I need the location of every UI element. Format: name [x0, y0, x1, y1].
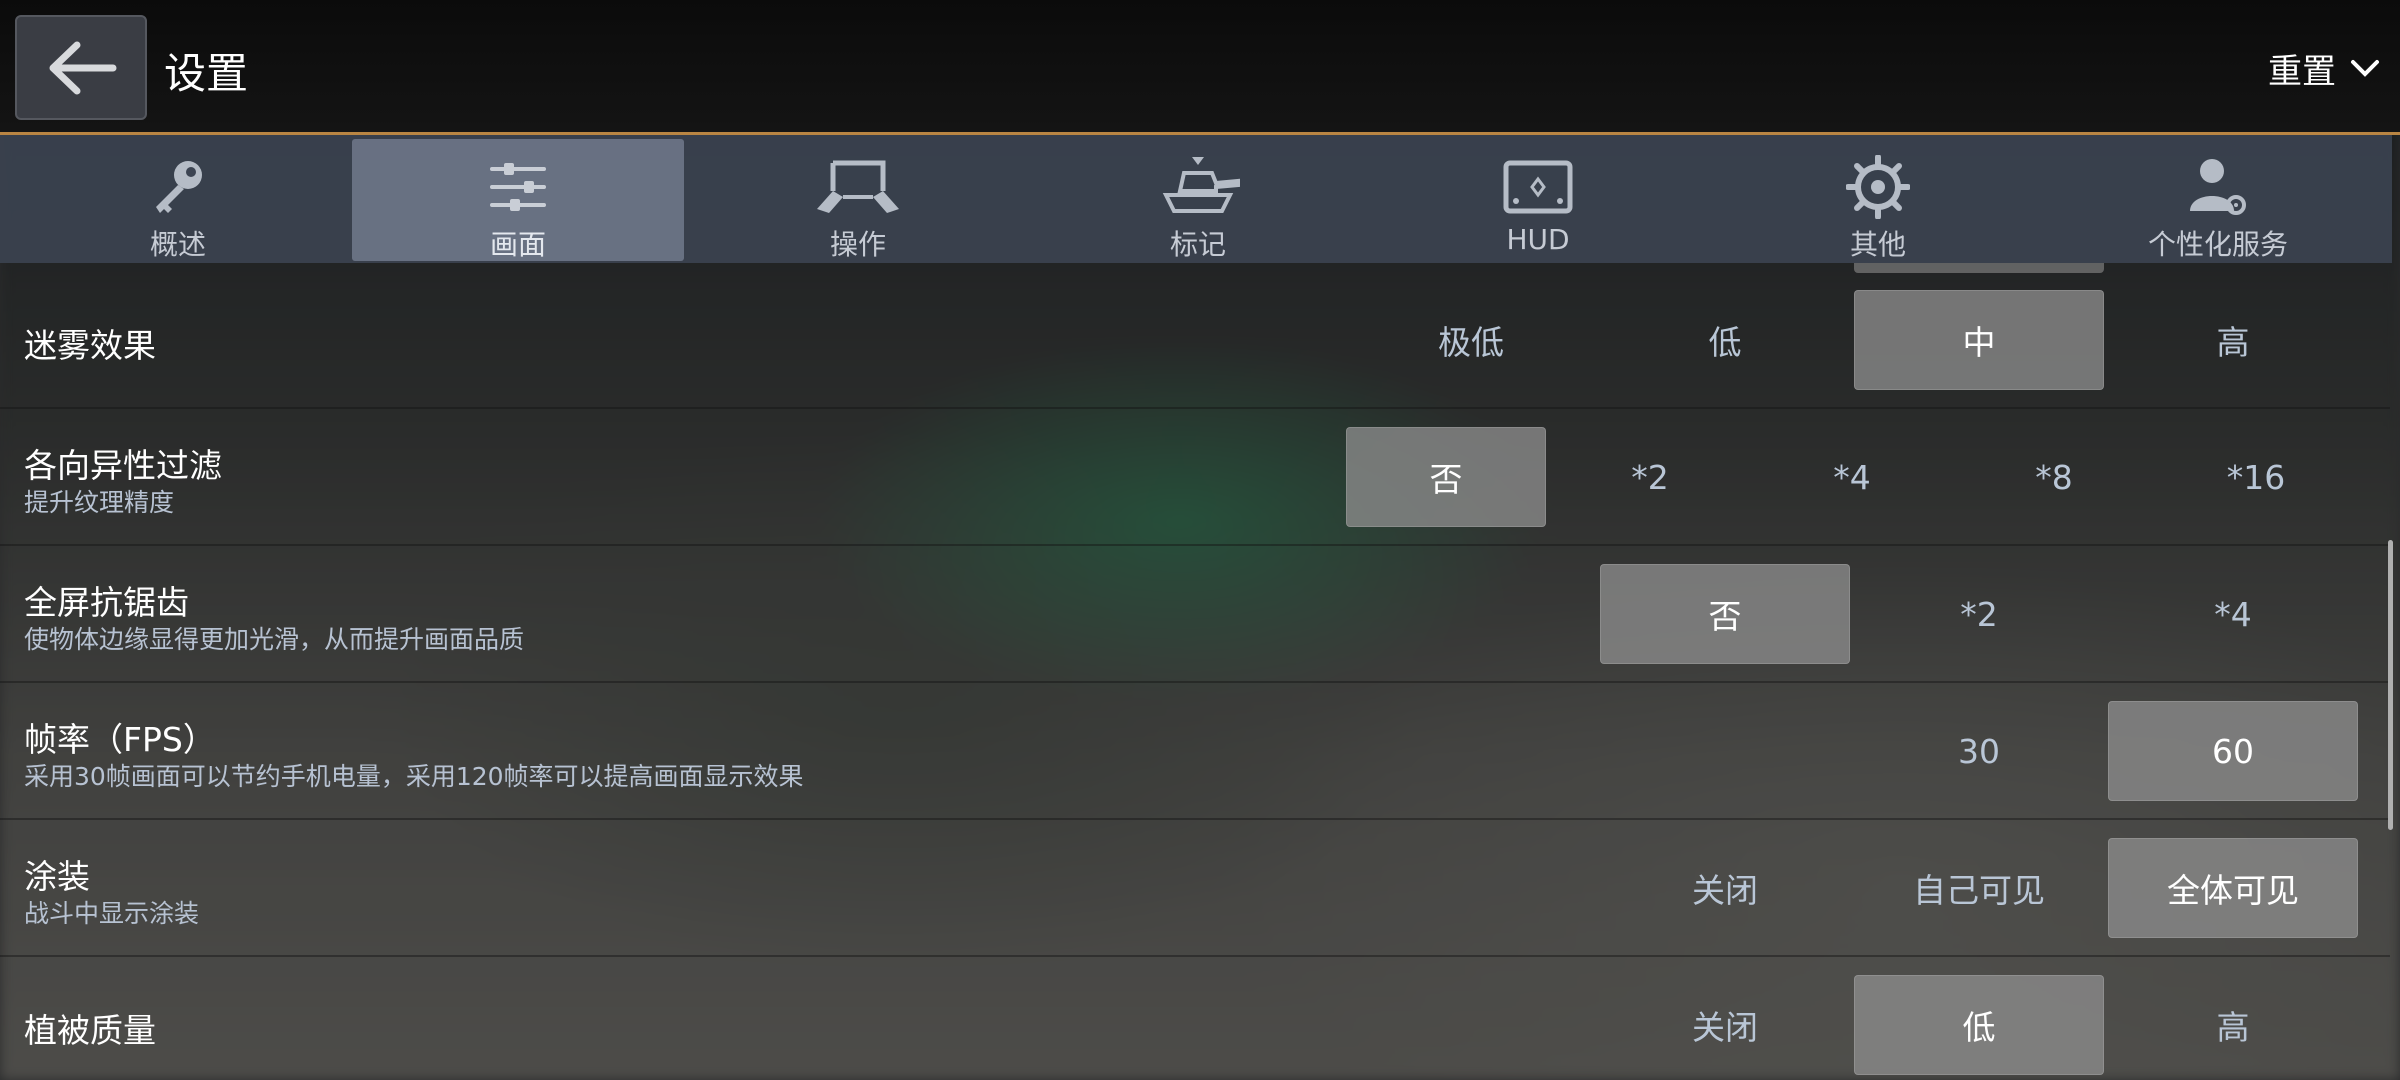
tank-marker-icon	[1162, 157, 1240, 213]
option-medium[interactable]: 中	[1854, 290, 2104, 390]
option-60fps[interactable]: 60	[2108, 701, 2358, 801]
option-off[interactable]: 关闭	[1600, 838, 1850, 938]
setting-row-camouflage: 涂装 战斗中显示涂装 关闭 自己可见 全体可见	[0, 820, 2390, 957]
tab-label: HUD	[1506, 223, 1570, 256]
tab-label: 个性化服务	[2147, 228, 2288, 261]
sliders-icon	[490, 163, 546, 211]
setting-row-fog: 迷雾效果 极低 低 中 高	[0, 272, 2390, 409]
user-settings-icon	[2190, 159, 2246, 215]
setting-subtitle: 使物体边缘显得更加光滑，从而提升画面品质	[24, 625, 525, 654]
tab-markers[interactable]: 标记	[1032, 139, 1364, 261]
scrollbar[interactable]	[2388, 540, 2393, 830]
page-title: 设置	[164, 49, 249, 98]
setting-subtitle: 采用30帧画面可以节约手机电量，采用120帧率可以提高画面显示效果	[24, 762, 804, 791]
option-high[interactable]: 高	[2108, 290, 2358, 390]
reset-dropdown[interactable]: 重置	[2268, 44, 2380, 93]
setting-subtitle: 战斗中显示涂装	[24, 899, 200, 928]
tab-label: 操作	[829, 228, 886, 261]
tab-other[interactable]: 其他	[1712, 139, 2044, 261]
tab-label: 概述	[149, 228, 206, 261]
settings-list: 迷雾效果 极低 低 中 高 各向异性过滤 提升纹理精度 否 *2 *4 *8 *…	[0, 263, 2390, 1080]
key-icon	[156, 161, 202, 213]
reset-label: 重置	[2268, 52, 2336, 92]
tab-overview[interactable]: 概述	[12, 139, 344, 261]
top-bar: 设置 重置	[0, 0, 2400, 135]
tab-label: 标记	[1169, 228, 1226, 261]
option-x2[interactable]: *2	[1550, 427, 1750, 527]
option-x16[interactable]: *16	[2156, 427, 2356, 527]
setting-row-frame-rate: 帧率（FPS） 采用30帧画面可以节约手机电量，采用120帧率可以提高画面显示效…	[0, 683, 2390, 820]
settings-tab-bar: 概述 画面 操作 标记 HUD 其他 个性化服务	[0, 135, 2392, 263]
setting-title: 各向异性过滤	[24, 446, 222, 485]
gear-icon	[1846, 155, 1910, 219]
option-x4[interactable]: *4	[2108, 564, 2358, 664]
setting-title: 涂装	[24, 857, 90, 896]
chevron-down-icon	[2351, 59, 2379, 77]
option-all-visible[interactable]: 全体可见	[2108, 838, 2358, 938]
setting-title: 帧率（FPS）	[24, 720, 216, 759]
option-off[interactable]: 否	[1600, 564, 1850, 664]
option-high[interactable]: 高	[2108, 975, 2358, 1075]
option-low[interactable]: 低	[1600, 290, 1850, 390]
setting-subtitle: 提升纹理精度	[24, 488, 175, 517]
tab-graphics[interactable]: 画面	[352, 139, 684, 261]
option-very-low[interactable]: 极低	[1346, 290, 1596, 390]
back-button[interactable]	[15, 15, 147, 120]
arrow-left-icon	[49, 41, 117, 95]
controls-icon	[817, 160, 899, 213]
option-off[interactable]: 关闭	[1600, 975, 1850, 1075]
option-x2[interactable]: *2	[1854, 564, 2104, 664]
tab-label: 画面	[489, 228, 546, 261]
setting-row-vegetation-quality: 植被质量 关闭 低 高	[0, 957, 2390, 1080]
setting-row-anisotropic-filtering: 各向异性过滤 提升纹理精度 否 *2 *4 *8 *16	[0, 409, 2390, 546]
tab-hud[interactable]: HUD	[1372, 139, 1704, 261]
option-30fps[interactable]: 30	[1854, 701, 2104, 801]
tab-personalized-services[interactable]: 个性化服务	[2052, 139, 2384, 261]
setting-row-anti-aliasing: 全屏抗锯齿 使物体边缘显得更加光滑，从而提升画面品质 否 *2 *4	[0, 546, 2390, 683]
tab-controls[interactable]: 操作	[692, 139, 1024, 261]
setting-title: 迷雾效果	[24, 326, 156, 365]
option-x8[interactable]: *8	[1954, 427, 2154, 527]
setting-title: 全屏抗锯齿	[24, 583, 189, 622]
setting-title: 植被质量	[24, 1011, 156, 1050]
option-off[interactable]: 否	[1346, 427, 1546, 527]
option-self-visible[interactable]: 自己可见	[1854, 838, 2104, 938]
option-x4[interactable]: *4	[1752, 427, 1952, 527]
option-low[interactable]: 低	[1854, 975, 2104, 1075]
tab-label: 其他	[1849, 228, 1906, 261]
hud-icon	[1503, 160, 1573, 214]
